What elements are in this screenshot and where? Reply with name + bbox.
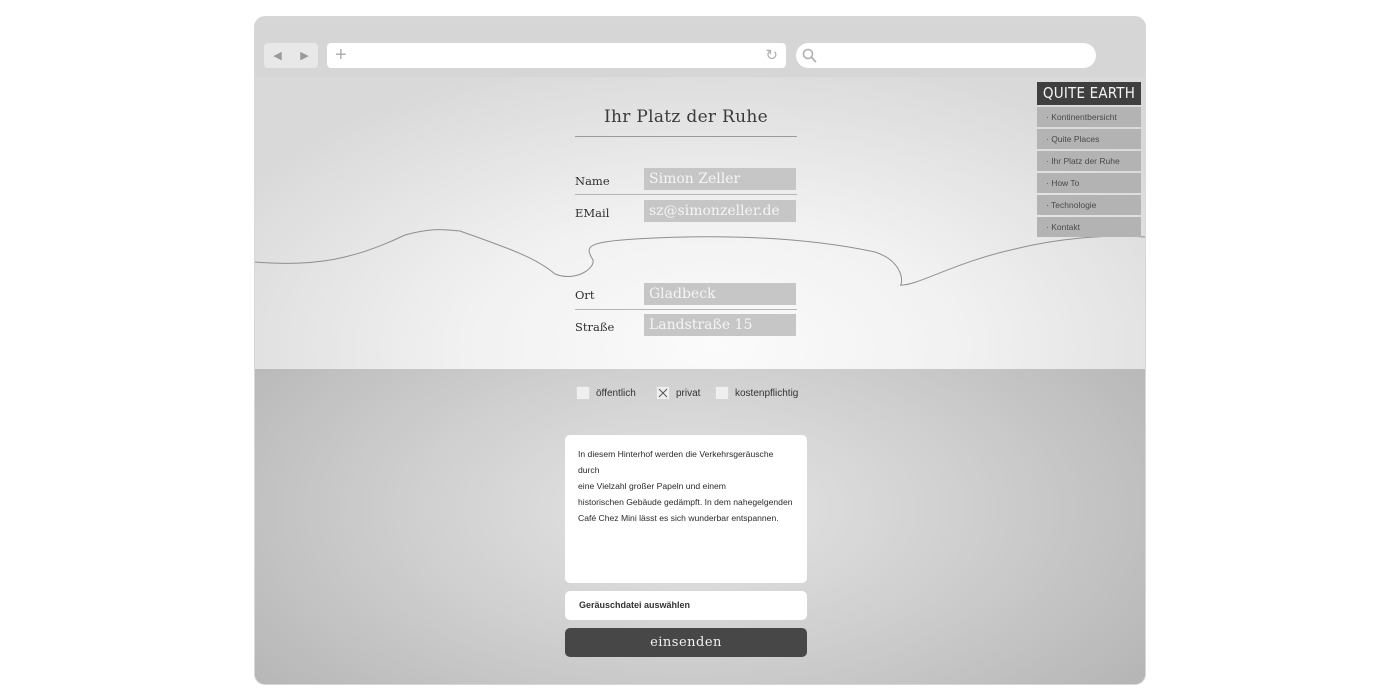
- submit-button[interactable]: einsenden: [565, 628, 807, 657]
- side-navigation: QUITE EARTH · Kontinentbersicht · Quite …: [1037, 82, 1141, 239]
- lower-section: öffentlich privat kostenpflichtig In die…: [255, 369, 1145, 684]
- checkbox-privat[interactable]: [656, 386, 670, 400]
- menu-item-technologie[interactable]: · Technologie: [1037, 195, 1141, 215]
- search-icon: [802, 48, 817, 63]
- option-label: kostenpflichtig: [735, 387, 799, 399]
- page-title: Ihr Platz der Ruhe: [603, 107, 769, 127]
- file-select-button[interactable]: Geräuschdatei auswählen: [565, 591, 807, 620]
- email-field[interactable]: sz@simonzeller.de: [644, 200, 796, 222]
- name-field[interactable]: Simon Zeller: [644, 168, 796, 190]
- checkbox-kostenpflichtig[interactable]: [715, 386, 729, 400]
- menu-item-ihr-platz-der-ruhe[interactable]: · Ihr Platz der Ruhe: [1037, 151, 1141, 171]
- checkbox-oeffentlich[interactable]: [576, 386, 590, 400]
- nav-buttons: ◀ ▶: [264, 43, 318, 68]
- brand-logo[interactable]: QUITE EARTH: [1037, 82, 1141, 105]
- description-line: eine Vielzahl großer Papeln und einem: [578, 481, 726, 491]
- browser-toolbar: ◀ ▶ + ↻: [255, 17, 1145, 77]
- option-label: privat: [676, 387, 701, 399]
- description-line: In diesem Hinterhof werden die Verkehrsg…: [578, 449, 774, 475]
- upper-section: Ihr Platz der Ruhe Name Simon Zeller EMa…: [255, 77, 1145, 369]
- menu-item-kontakt[interactable]: · Kontakt: [1037, 217, 1141, 237]
- row-divider: [575, 309, 797, 310]
- description-textarea[interactable]: In diesem Hinterhof werden die Verkehrsg…: [565, 435, 807, 583]
- reload-icon[interactable]: ↻: [765, 45, 778, 67]
- forward-arrow-icon[interactable]: ▶: [294, 46, 316, 66]
- menu-item-how-to[interactable]: · How To: [1037, 173, 1141, 193]
- ort-field[interactable]: Gladbeck: [644, 283, 796, 305]
- strasse-field[interactable]: Landstraße 15: [644, 314, 796, 336]
- search-bar[interactable]: [796, 43, 1096, 68]
- description-line: historischen Gebäude gedämpft. In dem na…: [578, 497, 793, 507]
- title-underline: [575, 136, 797, 137]
- checkmark-x-icon: [658, 388, 668, 398]
- browser-window: ◀ ▶ + ↻ Ihr Platz der Ruhe Name Simon Ze…: [255, 17, 1145, 684]
- description-line: Café Chez Mini lässt es sich wunderbar e…: [578, 513, 779, 523]
- menu-item-kontinentbersicht[interactable]: · Kontinentbersicht: [1037, 107, 1141, 127]
- option-label: öffentlich: [596, 387, 636, 399]
- plus-icon[interactable]: +: [335, 44, 347, 66]
- row-divider: [575, 194, 797, 195]
- email-label: EMail: [575, 206, 610, 220]
- address-bar[interactable]: + ↻: [327, 43, 786, 68]
- menu-item-quite-places[interactable]: · Quite Places: [1037, 129, 1141, 149]
- option-oeffentlich[interactable]: öffentlich: [576, 386, 636, 400]
- option-kostenpflichtig[interactable]: kostenpflichtig: [715, 386, 798, 400]
- ort-label: Ort: [575, 288, 595, 302]
- name-label: Name: [575, 174, 610, 188]
- option-privat[interactable]: privat: [656, 386, 700, 400]
- back-arrow-icon[interactable]: ◀: [267, 46, 289, 66]
- strasse-label: Straße: [575, 320, 615, 334]
